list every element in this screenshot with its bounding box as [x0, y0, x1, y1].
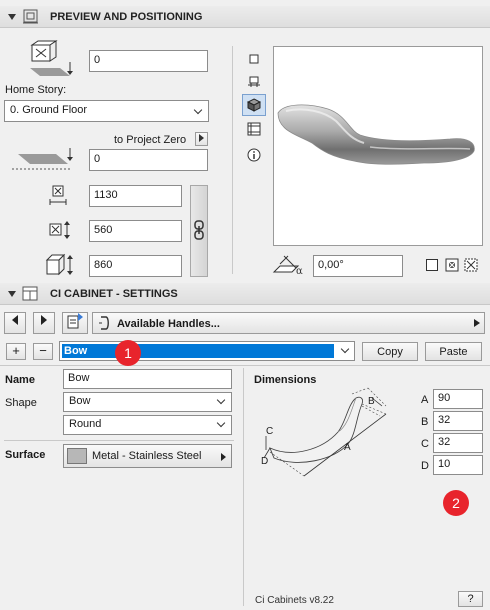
- settings-section-title: CI CABINET - SETTINGS: [50, 288, 178, 300]
- dimension-b-field[interactable]: 32: [433, 411, 483, 431]
- mirror-x-icon[interactable]: [445, 258, 459, 272]
- preset-select-value: Bow: [62, 344, 334, 358]
- panel-divider: [243, 368, 244, 606]
- next-button[interactable]: [33, 312, 55, 334]
- diagram-label-a: A: [344, 442, 351, 453]
- available-handles-label: Available Handles...: [117, 318, 220, 330]
- profile-select-value: Round: [69, 418, 102, 430]
- preview-settings-icon: [22, 9, 40, 25]
- chevron-down-icon: [340, 344, 350, 354]
- profile-select[interactable]: Round: [63, 415, 232, 435]
- paste-button[interactable]: Paste: [425, 342, 482, 361]
- mirror-y-icon[interactable]: [464, 258, 478, 272]
- elevation-field[interactable]: 0: [89, 50, 208, 72]
- home-story-select[interactable]: 0. Ground Floor: [4, 100, 209, 122]
- previous-button[interactable]: [4, 312, 26, 334]
- name-label: Name: [5, 374, 35, 386]
- rotation-angle-icon: α: [272, 252, 308, 277]
- play-arrow-icon: [199, 134, 204, 142]
- preview-canvas[interactable]: [273, 46, 483, 246]
- dimension-a-label: A: [421, 394, 429, 406]
- elevation-icon: [20, 40, 76, 80]
- dimensions-title: Dimensions: [254, 374, 317, 386]
- chain-link-icon: [193, 220, 205, 240]
- dimension-d-label: D: [421, 460, 429, 472]
- shape-select-value: Bow: [69, 395, 91, 407]
- to-project-zero-label: to Project Zero: [114, 134, 187, 146]
- floor-plan-icon[interactable]: [246, 51, 262, 67]
- dimension-c-field[interactable]: 32: [433, 433, 483, 453]
- preset-select[interactable]: Bow: [59, 341, 355, 361]
- minus-icon: −: [39, 343, 47, 358]
- rotation-angle-field[interactable]: 0,00°: [313, 255, 403, 277]
- dimension-d-field[interactable]: 10: [433, 455, 483, 475]
- project-zero-icon: [10, 144, 80, 174]
- width-icon: [48, 184, 68, 208]
- remove-button[interactable]: −: [33, 343, 53, 360]
- proportion-link-bar[interactable]: [190, 185, 208, 277]
- 3d-view-icon[interactable]: [242, 94, 266, 116]
- section-icon[interactable]: [246, 74, 262, 90]
- home-story-value: 0. Ground Floor: [10, 104, 88, 116]
- help-button[interactable]: ?: [458, 591, 483, 607]
- preview-section-header[interactable]: PREVIEW AND POSITIONING: [0, 6, 490, 28]
- export-list-button[interactable]: [62, 312, 88, 334]
- cabinet-settings-icon: [22, 286, 40, 302]
- arrow-right-icon: [41, 315, 47, 325]
- settings-section-header[interactable]: CI CABINET - SETTINGS: [0, 283, 490, 305]
- height-icon: [44, 252, 74, 278]
- submenu-arrow-icon: [474, 319, 480, 327]
- handle-icon: [97, 315, 111, 331]
- surface-select[interactable]: Metal - Stainless Steel: [63, 444, 232, 468]
- dimension-b-label: B: [421, 416, 429, 428]
- annotation-badge-2: 2: [443, 490, 469, 516]
- submenu-arrow-icon: [221, 453, 226, 461]
- list-icon[interactable]: [246, 121, 262, 137]
- available-handles-menu[interactable]: Available Handles...: [92, 312, 485, 334]
- name-field[interactable]: Bow: [63, 369, 232, 389]
- width-field[interactable]: 1130: [89, 185, 182, 207]
- shape-label: Shape: [5, 397, 37, 409]
- handle-3d-preview: [277, 104, 475, 165]
- surface-swatch: [67, 448, 87, 464]
- collapse-arrow-icon[interactable]: [8, 14, 16, 20]
- shape-select[interactable]: Bow: [63, 392, 232, 412]
- plus-icon: +: [12, 343, 20, 358]
- height-field[interactable]: 860: [89, 255, 182, 277]
- diagram-label-b: B: [368, 396, 375, 407]
- arrow-left-icon: [12, 315, 18, 325]
- diagram-label-c: C: [266, 426, 273, 437]
- dimension-a-field[interactable]: 90: [433, 389, 483, 409]
- depth-icon: [46, 220, 72, 240]
- surface-label: Surface: [5, 449, 46, 461]
- annotation-badge-1: 1: [115, 340, 141, 366]
- collapse-arrow-icon[interactable]: [8, 291, 16, 297]
- version-label: Ci Cabinets v8.22: [255, 595, 334, 606]
- copy-button[interactable]: Copy: [362, 342, 418, 361]
- surface-divider: [4, 440, 234, 441]
- add-button[interactable]: +: [6, 343, 26, 360]
- preview-section-title: PREVIEW AND POSITIONING: [50, 11, 203, 23]
- chevron-down-icon: [216, 418, 226, 428]
- chevron-down-icon: [216, 395, 226, 405]
- mirror-off-checkbox[interactable]: [426, 259, 438, 271]
- home-story-label: Home Story:: [5, 84, 67, 96]
- diagram-label-d: D: [261, 456, 268, 467]
- document-arrow-icon: [67, 313, 83, 329]
- project-zero-menu-button[interactable]: [195, 132, 208, 146]
- info-icon[interactable]: [246, 147, 262, 163]
- depth-field[interactable]: 560: [89, 220, 182, 242]
- preview-divider: [232, 46, 233, 274]
- dimension-c-label: C: [421, 438, 429, 450]
- project-zero-field[interactable]: 0: [89, 149, 208, 171]
- settings-divider: [0, 365, 490, 366]
- surface-value: Metal - Stainless Steel: [92, 450, 202, 462]
- svg-text:α: α: [296, 266, 303, 276]
- handle-dimension-diagram: B A C D: [252, 386, 408, 482]
- chevron-down-icon: [193, 105, 203, 115]
